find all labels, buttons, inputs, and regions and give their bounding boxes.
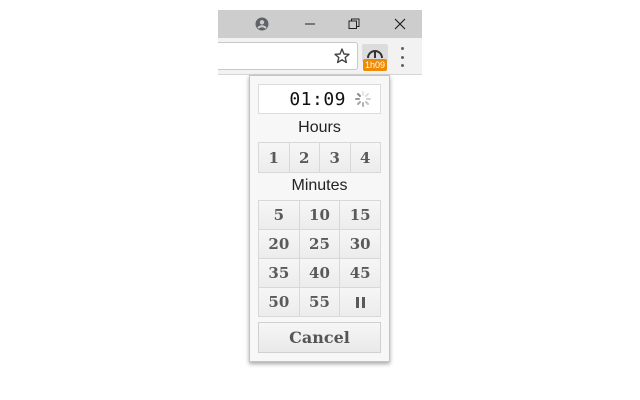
timer-popup: 01:09 Hours 1 2 3 4 Minutes 5 10 15 20 2… (249, 75, 390, 362)
pause-button[interactable] (340, 288, 380, 316)
timer-extension-button[interactable]: 1h09 (362, 44, 388, 72)
minutes-label: Minutes (291, 177, 348, 194)
restore-button[interactable] (332, 10, 376, 38)
minute-button-20[interactable]: 20 (259, 230, 299, 258)
star-icon[interactable] (333, 47, 351, 65)
browser-titlebar (218, 10, 422, 38)
hour-button-4[interactable]: 4 (350, 143, 380, 172)
hour-button-3[interactable]: 3 (320, 143, 350, 172)
kebab-dot (400, 64, 404, 67)
close-icon (394, 18, 406, 30)
minute-button-35[interactable]: 35 (259, 259, 299, 287)
browser-toolbar: 1h09 (218, 38, 422, 75)
address-bar[interactable] (218, 42, 358, 70)
close-window-button[interactable] (378, 10, 422, 38)
minute-button-50[interactable]: 50 (259, 288, 299, 316)
profile-icon (255, 17, 269, 31)
hours-grid: 1 2 3 4 (258, 142, 381, 173)
cancel-button[interactable]: Cancel (258, 322, 381, 353)
hour-button-1[interactable]: 1 (259, 143, 289, 172)
minute-button-30[interactable]: 30 (340, 230, 380, 258)
restore-icon (348, 18, 360, 29)
pause-icon (355, 296, 365, 308)
kebab-dot (400, 55, 404, 59)
minimize-button[interactable] (288, 10, 332, 38)
timer-value: 01:09 (289, 89, 346, 110)
minute-button-45[interactable]: 45 (340, 259, 380, 287)
hour-button-2[interactable]: 2 (289, 143, 319, 172)
minute-button-40[interactable]: 40 (299, 259, 340, 287)
minimize-icon (305, 23, 315, 25)
minute-button-10[interactable]: 10 (299, 201, 340, 229)
minute-button-15[interactable]: 15 (340, 201, 380, 229)
browser-menu-button[interactable] (398, 47, 406, 67)
profile-button[interactable] (240, 10, 284, 38)
minute-button-25[interactable]: 25 (299, 230, 340, 258)
minute-button-5[interactable]: 5 (259, 201, 299, 229)
kebab-menu-icon (400, 47, 404, 50)
minute-button-55[interactable]: 55 (299, 288, 340, 316)
timer-display: 01:09 (258, 84, 381, 114)
hours-label: Hours (298, 119, 341, 136)
spinner-icon (355, 91, 371, 107)
minutes-grid: 5 10 15 20 25 30 35 40 45 50 55 (258, 200, 381, 317)
extension-badge: 1h09 (363, 59, 388, 71)
